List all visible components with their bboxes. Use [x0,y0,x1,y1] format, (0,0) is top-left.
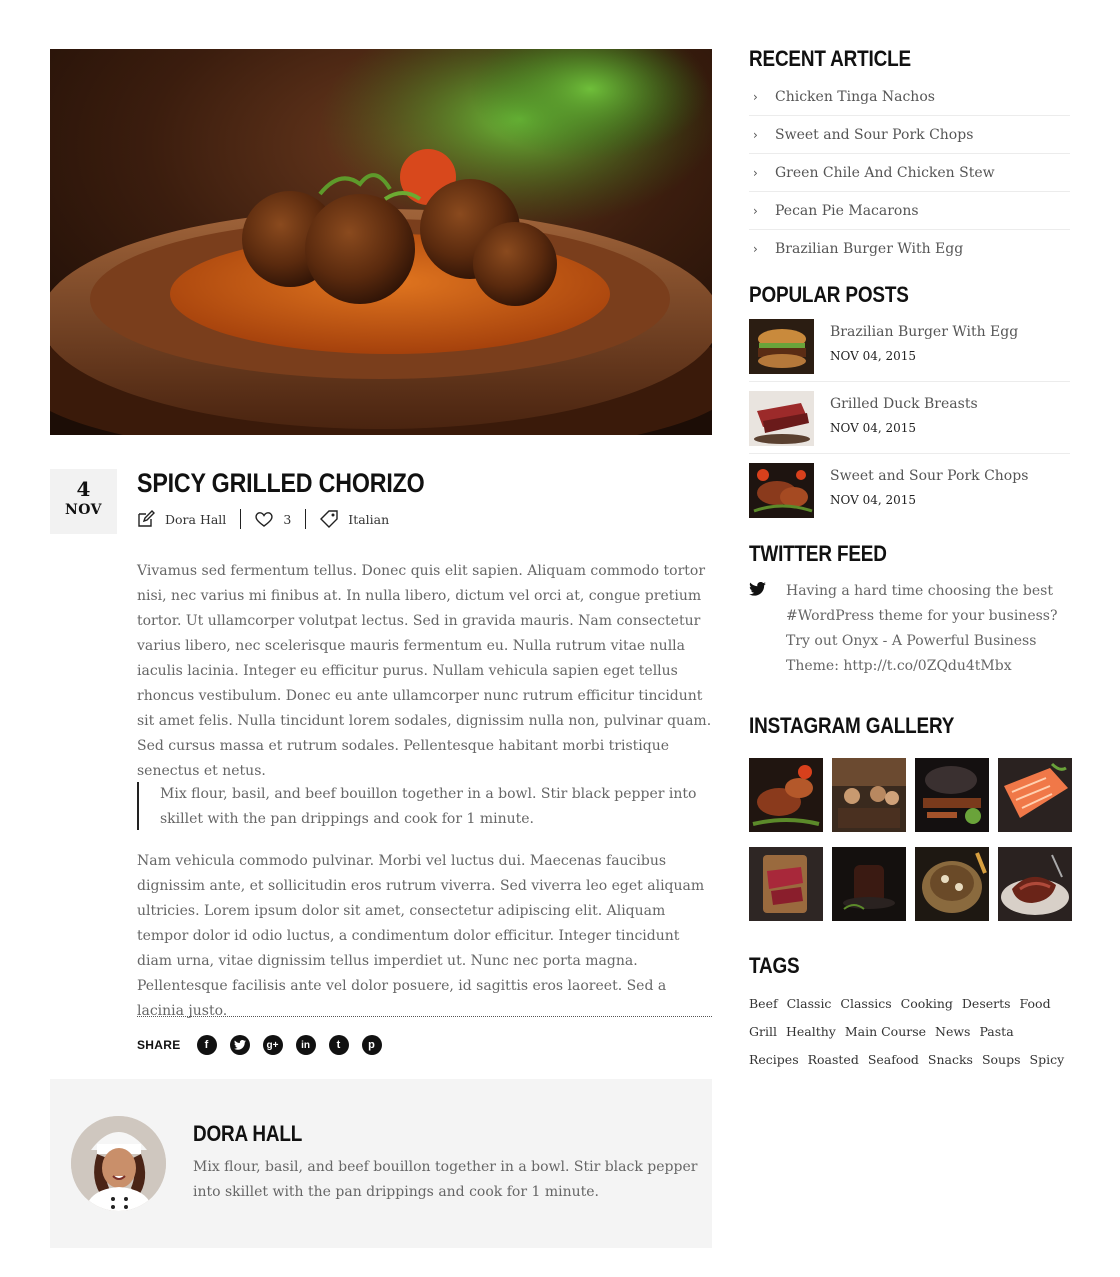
author-name[interactable]: DORA HALL [193,1119,302,1149]
heart-icon [255,512,273,527]
recent-article-item[interactable]: › Chicken Tinga Nachos [749,78,1070,116]
recent-article-heading: RECENT ARTICLE [749,46,911,71]
recent-article-list: › Chicken Tinga Nachos › Sweet and Sour Po… [749,78,1070,267]
instagram-photo[interactable] [915,847,989,921]
share-label: SHARE [137,1038,181,1052]
meta-divider [305,509,307,529]
instagram-photo[interactable] [749,847,823,921]
popular-post-thumbnail[interactable] [749,463,814,518]
chevron-right-icon: › [753,203,758,218]
post-category[interactable]: Italian [320,510,389,528]
chevron-right-icon: › [753,241,758,256]
tag-link[interactable]: Pasta [979,1018,1013,1046]
instagram-photo[interactable] [915,758,989,832]
popular-post-item[interactable]: Brazilian Burger With Egg NOV 04, 2015 [749,319,1070,382]
popular-post-date: NOV 04, 2015 [830,421,917,435]
popular-posts-heading: POPULAR POSTS [749,282,909,307]
post-date: 4 NOV [50,469,117,534]
recent-article-item[interactable]: › Pecan Pie Macarons [749,192,1070,230]
popular-post-thumbnail[interactable] [749,319,814,374]
tag-link[interactable]: Recipes [749,1046,799,1074]
instagram-photo[interactable] [998,758,1072,832]
tag-link[interactable]: Beef [749,990,778,1018]
popular-post-title[interactable]: Brazilian Burger With Egg [830,324,1018,340]
instagram-photo[interactable] [998,847,1072,921]
chevron-right-icon: › [753,127,758,142]
instagram-photo[interactable] [832,758,906,832]
meta-divider [240,509,242,529]
chevron-right-icon: › [753,89,758,104]
tag-link[interactable]: Spicy [1030,1046,1065,1074]
tag-link[interactable]: Roasted [808,1046,859,1074]
twitter-feed-heading: TWITTER FEED [749,541,887,566]
post-blockquote: Mix flour, basil, and beef bouillon toge… [137,782,720,830]
author-box: DORA HALL Mix flour, basil, and beef bou… [50,1079,712,1248]
popular-post-title[interactable]: Sweet and Sour Pork Chops [830,468,1028,484]
content-divider [137,1016,712,1017]
post-likes[interactable]: 3 [255,511,291,527]
tag-link[interactable]: Cooking [901,990,953,1018]
popular-post-item[interactable]: Grilled Duck Breasts NOV 04, 2015 [749,391,1070,454]
popular-post-thumbnail[interactable] [749,391,814,446]
tag-link[interactable]: News [935,1018,970,1046]
post-paragraph: Nam vehicula commodo pulvinar. Morbi vel… [137,853,705,1019]
instagram-gallery-heading: INSTAGRAM GALLERY [749,713,955,738]
twitter-bird-icon [749,582,766,596]
tags-heading: TAGS [749,953,800,978]
tag-link[interactable]: Seafood [868,1046,919,1074]
post-author[interactable]: Dora Hall [137,510,226,528]
tag-link[interactable]: Grill [749,1018,777,1046]
tag-link[interactable]: Healthy [786,1018,836,1046]
instagram-photo[interactable] [832,847,906,921]
edit-icon [138,510,155,527]
twitter-icon[interactable] [229,1035,250,1055]
tag-link[interactable]: Deserts [962,990,1011,1018]
author-bio: Mix flour, basil, and beef bouillon toge… [193,1159,698,1200]
tag-link[interactable]: Snacks [928,1046,973,1074]
post-paragraph: Vivamus sed fermentum tellus. Donec quis… [137,563,712,779]
pinterest-icon[interactable]: p [361,1035,382,1055]
author-avatar[interactable] [71,1116,166,1211]
post-likes-count: 3 [283,511,292,527]
tag-link[interactable]: Main Course [845,1018,926,1046]
popular-post-date: NOV 04, 2015 [830,349,917,363]
tag-icon [320,510,338,528]
recent-article-item[interactable]: › Sweet and Sour Pork Chops [749,116,1070,154]
tag-link[interactable]: Soups [982,1046,1021,1074]
tumblr-icon[interactable]: t [328,1035,349,1055]
chevron-right-icon: › [753,165,758,180]
google-plus-icon[interactable]: g+ [262,1035,283,1055]
recent-article-item[interactable]: › Green Chile And Chicken Stew [749,154,1070,192]
facebook-icon[interactable]: f [196,1035,217,1055]
post-date-day: 4 [76,477,91,501]
post-author-name: Dora Hall [165,511,227,527]
popular-post-item[interactable]: Sweet and Sour Pork Chops NOV 04, 2015 [749,463,1070,525]
share-bar: SHARE f g+ in t p [137,1035,395,1055]
post-category-name: Italian [348,511,390,527]
featured-image[interactable] [50,49,712,435]
tag-link[interactable]: Classic [787,990,832,1018]
popular-post-date: NOV 04, 2015 [830,493,917,507]
instagram-photo[interactable] [749,758,823,832]
post-date-month: NOV [64,502,103,518]
tag-cloud: Beef Classic Classics Cooking Deserts Fo… [749,990,1070,1074]
tweet-text[interactable]: Having a hard time choosing the best #Wo… [786,579,1070,679]
popular-post-title[interactable]: Grilled Duck Breasts [830,396,978,412]
recent-article-item[interactable]: › Brazilian Burger With Egg [749,230,1070,267]
linkedin-icon[interactable]: in [295,1035,316,1055]
instagram-gallery [749,758,1072,921]
tag-link[interactable]: Classics [840,990,891,1018]
tag-link[interactable]: Food [1020,990,1051,1018]
post-title[interactable]: SPICY GRILLED CHORIZO [137,466,425,500]
post-meta: Dora Hall 3 Italian [137,508,389,530]
